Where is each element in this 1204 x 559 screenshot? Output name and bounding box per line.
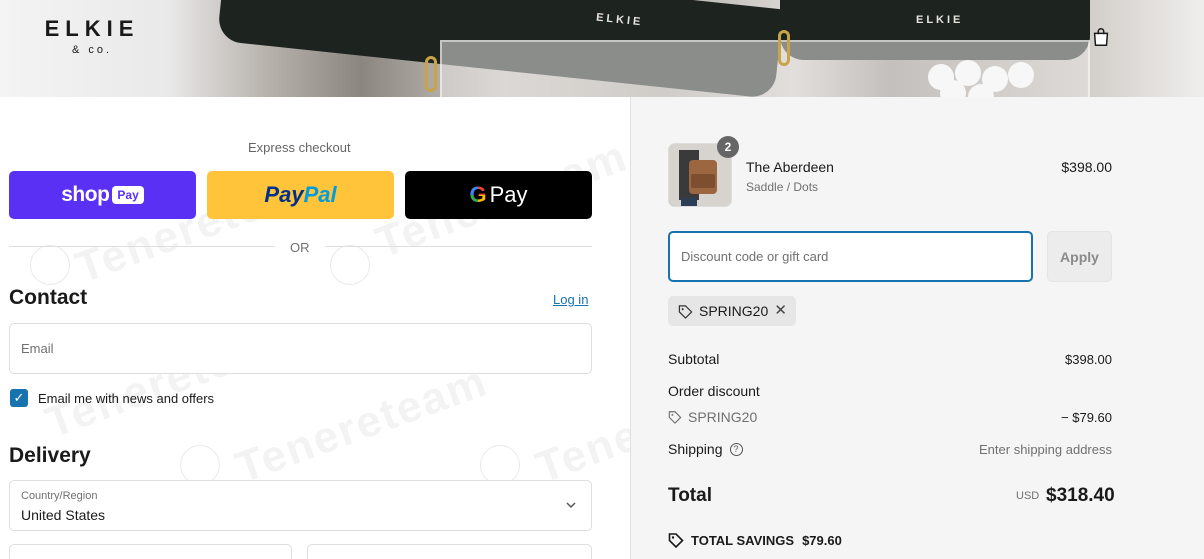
contact-heading: Contact <box>9 286 88 309</box>
paypal-wordmark-part1: Pay <box>264 182 304 207</box>
shop-pay-pill: Pay <box>112 186 144 204</box>
subtotal-value: $398.00 <box>1065 352 1112 367</box>
discount-field-wrapper <box>668 231 1033 282</box>
login-link[interactable]: Log in <box>553 292 588 307</box>
watermark-text: Tenereteam <box>229 356 495 493</box>
shipping-row: Shipping ? <box>668 441 743 457</box>
paypal-wordmark-part2: Pal <box>303 182 337 207</box>
shipping-label: Shipping <box>668 441 723 457</box>
help-icon[interactable]: ? <box>729 442 743 456</box>
currency-code: USD <box>1016 490 1040 502</box>
tag-icon <box>668 411 682 424</box>
total-savings-row: TOTAL SAVINGS $79.60 <box>668 532 842 548</box>
tag-icon <box>678 304 693 319</box>
product-variant: Saddle / Dots <box>746 180 819 194</box>
apply-discount-button[interactable]: Apply <box>1047 231 1112 282</box>
google-g-icon: G <box>469 182 487 207</box>
google-pay-label: Pay <box>489 182 528 207</box>
total-savings-label: TOTAL SAVINGS <box>691 532 795 548</box>
email-field[interactable] <box>10 324 591 373</box>
store-logo[interactable]: ELKIE & co. <box>32 16 152 56</box>
express-checkout-title: Express checkout <box>248 140 351 155</box>
quantity-badge: 2 <box>717 136 739 158</box>
shopping-bag-icon[interactable] <box>1090 26 1112 48</box>
country-select[interactable]: Country/Region United States <box>9 480 592 531</box>
newsletter-label: Email me with news and offers <box>38 391 215 406</box>
first-name-field[interactable] <box>9 544 292 559</box>
savings-tag-icon <box>668 533 684 548</box>
discount-code-input[interactable] <box>670 233 1031 280</box>
total-amount: $318.40 <box>1046 485 1115 506</box>
divider-left <box>9 246 275 247</box>
country-select-label: Country/Region <box>21 490 98 502</box>
product-price: $398.00 <box>1061 159 1112 175</box>
email-field-wrapper <box>9 323 592 374</box>
newsletter-checkbox[interactable]: ✓ <box>10 389 28 407</box>
watermark-badge <box>480 445 520 485</box>
checkmark-icon: ✓ <box>13 390 25 405</box>
zipper-pull <box>778 30 790 66</box>
subtotal-label: Subtotal <box>668 351 720 367</box>
watermark-badge <box>330 245 370 285</box>
total-label: Total <box>668 485 712 506</box>
order-discount-label: Order discount <box>668 383 760 399</box>
bag-logo-text: ELKIE <box>916 14 964 26</box>
watermark-badge <box>180 445 220 485</box>
total-savings-value: $79.60 <box>802 532 842 548</box>
applied-discount-chip: SPRING20 ✕ <box>668 296 796 326</box>
logo-wordmark: ELKIE <box>44 16 140 41</box>
google-pay-button[interactable]: G Pay <box>405 171 592 219</box>
chevron-down-icon <box>566 502 576 509</box>
shop-pay-wordmark: shop <box>61 183 110 206</box>
delivery-heading: Delivery <box>9 444 91 467</box>
product-name: The Aberdeen <box>746 159 834 175</box>
or-divider-text: OR <box>290 240 310 255</box>
country-select-value: United States <box>21 507 106 523</box>
header-banner: ELKIE ELKIE ELKIE & co. <box>0 0 1204 97</box>
discount-code-row: SPRING20 <box>668 409 757 425</box>
bead-decoration <box>1008 62 1034 88</box>
logo-subtitle: & co. <box>71 44 113 56</box>
divider-right <box>325 246 592 247</box>
watermark-badge <box>30 245 70 285</box>
shipping-value: Enter shipping address <box>979 442 1112 457</box>
shop-pay-button[interactable]: shop Pay <box>9 171 196 219</box>
discount-code-text: SPRING20 <box>688 409 758 425</box>
discount-value: − $79.60 <box>1061 410 1112 425</box>
last-name-field[interactable] <box>307 544 592 559</box>
applied-discount-code: SPRING20 <box>699 303 769 319</box>
remove-discount-icon[interactable]: ✕ <box>774 301 787 319</box>
zipper-pull <box>425 56 437 92</box>
paypal-button[interactable]: Pay Pal <box>207 171 394 219</box>
